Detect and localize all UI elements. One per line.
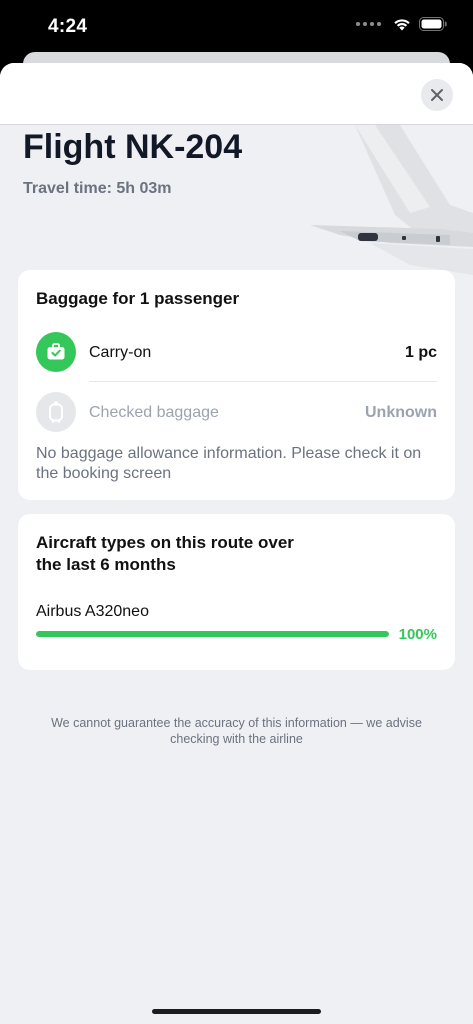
status-bar: 4:24	[0, 0, 473, 54]
aircraft-share-bar	[36, 631, 389, 637]
battery-icon	[419, 17, 447, 31]
flight-info-sheet: Flight NK-204 Travel time: 5h 03m Baggag…	[0, 63, 473, 1024]
baggage-item-value: 1 pc	[404, 344, 437, 361]
checked-bag-icon	[36, 392, 76, 432]
baggage-item-label: Carry-on	[89, 344, 152, 361]
close-button[interactable]	[421, 79, 453, 111]
aircraft-share-fill	[36, 631, 389, 637]
wifi-icon	[394, 19, 410, 31]
baggage-note: No baggage allowance information. Please…	[36, 445, 422, 482]
disclaimer-text: We cannot guarantee the accuracy of this…	[51, 716, 422, 746]
close-icon	[431, 89, 443, 101]
sheet-header	[0, 63, 473, 125]
aircraft-type-name: Airbus A320neo	[36, 603, 149, 620]
airplane-tail-icon	[310, 125, 473, 275]
travel-time: Travel time: 5h 03m	[23, 180, 172, 197]
page-title: Flight NK-204	[23, 128, 243, 166]
home-indicator[interactable]	[152, 1009, 321, 1014]
divider	[89, 381, 437, 382]
baggage-item-label: Checked baggage	[89, 404, 219, 421]
baggage-item-value: Unknown	[365, 404, 437, 421]
baggage-card: Baggage for 1 passenger Carry-on 1 pc Ch…	[18, 270, 455, 500]
aircraft-share-percent: 100%	[398, 626, 437, 643]
carry-on-bag-icon	[36, 332, 76, 372]
baggage-title: Baggage for 1 passenger	[36, 289, 240, 308]
status-time: 4:24	[48, 16, 88, 37]
aircraft-title: Aircraft types on this route over the la…	[36, 533, 294, 574]
status-icons	[356, 17, 447, 31]
aircraft-card: Aircraft types on this route over the la…	[18, 514, 455, 670]
signal-dots-icon	[356, 22, 381, 26]
